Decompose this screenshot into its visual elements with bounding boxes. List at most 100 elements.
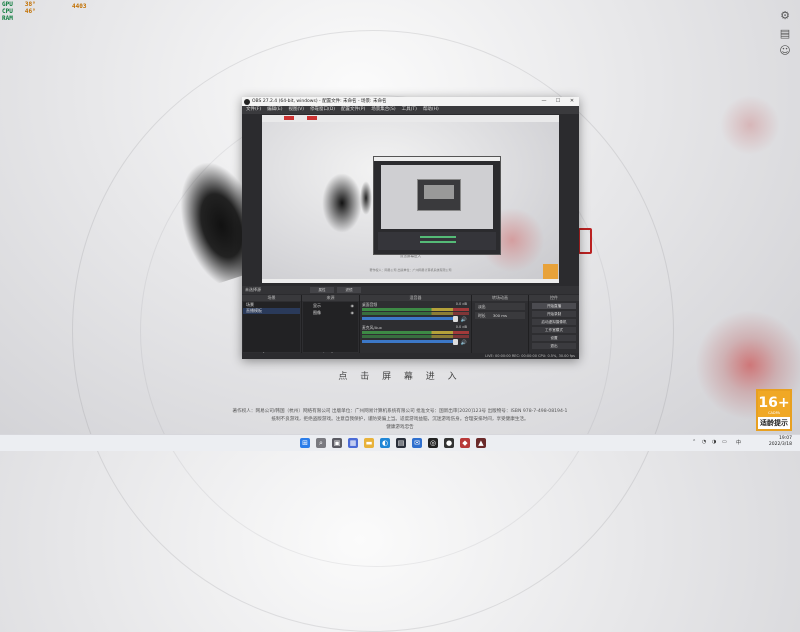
exit-button[interactable]: 退出 <box>532 343 576 349</box>
start-recording-button[interactable]: 开始录制 <box>532 311 576 317</box>
mixer-dock-title: 混音器 <box>360 295 471 301</box>
obs-menubar: 文件(F) 编辑(E) 视图(V) 停靠窗口(D) 配置文件(P) 场景集合(S… <box>242 106 579 114</box>
menu-view[interactable]: 视图(V) <box>288 106 304 114</box>
mixer-track-mic: 麦克风/Aux 0.0 dB 🔊 <box>362 325 469 347</box>
controls-dock-title: 控件 <box>529 295 579 301</box>
red-seal-art <box>578 228 592 254</box>
start-streaming-button[interactable]: 开始直播 <box>532 303 576 309</box>
menu-profile[interactable]: 配置文件(P) <box>341 106 365 114</box>
tap-to-enter-text[interactable]: 点 击 屏 幕 进 入 <box>0 369 800 382</box>
mail-icon[interactable]: ✉ <box>412 438 422 448</box>
volume-meter <box>362 312 469 315</box>
mixer-track-desktop: 桌面音频 0.0 dB 🔊 <box>362 302 469 324</box>
filters-button[interactable]: 滤镜 <box>337 287 361 293</box>
network-icon[interactable]: ◔ <box>702 439 706 445</box>
obs-window[interactable]: OBS 27.2.4 (64-bit, windows) - 配置文件: 未命名… <box>242 97 579 359</box>
announcement-icon[interactable]: ▤ <box>778 27 792 41</box>
account-icon[interactable]: ☺ <box>778 44 792 58</box>
windows-taskbar: ⊞ ⌕ ▣ ▦ ▬ ◐ ▤ ✉ ◎ ● ◆ ▲ ⌃ ◔ ◑ ▭ 中 19:07 … <box>0 434 800 451</box>
obs-taskbar-icon[interactable]: ● <box>444 438 454 448</box>
preview-caption: 点击屏幕进入 <box>400 254 421 258</box>
health-notice-line: 抵制不良游戏，拒绝盗版游戏。注意自我保护，谨防受骗上当。适度游戏益脑，沉迷游戏伤… <box>271 417 529 422</box>
language-icon[interactable]: 中 <box>736 439 741 446</box>
menu-scene-collection[interactable]: 场景集合(S) <box>371 106 395 114</box>
properties-button[interactable]: 属性 <box>310 287 334 293</box>
menu-tools[interactable]: 工具(T) <box>402 106 417 114</box>
game-taskbar-icon[interactable]: ◆ <box>460 438 470 448</box>
menu-docks[interactable]: 停靠窗口(D) <box>310 106 335 114</box>
red-flower-art-top <box>720 95 780 155</box>
copyright-line: 著作权人：网易公司/韩国（杭州）网络有限公司 出版单位：广州网易计算机系统有限公… <box>232 409 568 414</box>
speaker-icon[interactable]: 🔊 <box>461 317 467 323</box>
duration-label: 时长 <box>478 313 486 318</box>
system-clock[interactable]: 19:07 2022/3/18 <box>769 436 792 448</box>
source-item-label: 显示 <box>313 303 321 308</box>
menu-help[interactable]: 帮助(H) <box>423 106 439 114</box>
volume-slider-knob[interactable] <box>453 338 459 345</box>
duration-field[interactable]: 时长 300 ms <box>475 312 525 319</box>
preview-legal: 著作权人：网易公司 出版单位：广州网易计算机系统有限公司 <box>369 268 452 272</box>
app-taskbar-icon[interactable]: ▲ <box>476 438 486 448</box>
store-icon[interactable]: ▤ <box>396 438 406 448</box>
menu-file[interactable]: 文件(F) <box>246 106 261 114</box>
maximize-button[interactable]: ☐ <box>551 97 565 106</box>
settings-gear-icon[interactable]: ⚙ <box>778 9 792 23</box>
volume-slider-knob[interactable] <box>453 315 459 322</box>
widgets-icon[interactable]: ▦ <box>348 438 358 448</box>
obs-statusbar: LIVE: 00:00:00 REC: 00:00:00 CPU: 0.5%, … <box>242 353 579 359</box>
scenes-list: 场景 直播模板 <box>243 302 300 352</box>
minimize-button[interactable]: — <box>537 97 551 106</box>
task-view-icon[interactable]: ▣ <box>332 438 342 448</box>
volume-meter <box>362 335 469 338</box>
start-menu-icon[interactable]: ⊞ <box>300 438 310 448</box>
age-rating-label: 适龄提示 <box>760 419 788 427</box>
close-button[interactable]: ✕ <box>565 97 579 106</box>
obs-window-title: OBS 27.2.4 (64-bit, windows) - 配置文件: 未命名… <box>252 99 387 104</box>
edge-browser-icon[interactable]: ◐ <box>380 438 390 448</box>
scene-item-selected[interactable]: 直播模板 <box>243 308 300 314</box>
volume-slider[interactable] <box>362 315 459 322</box>
studio-mode-button[interactable]: 工作室模式 <box>532 327 576 333</box>
menu-edit[interactable]: 编辑(E) <box>267 106 282 114</box>
volume-meter <box>362 308 469 311</box>
controls-dock: 控件 开始直播 开始录制 启动虚拟摄像机 工作室模式 设置 退出 <box>529 295 579 359</box>
gpu-label: GPU <box>2 1 13 8</box>
search-icon[interactable]: ⌕ <box>316 438 326 448</box>
track-name: 桌面音频 <box>362 302 378 307</box>
preview-ink-art <box>322 173 362 233</box>
age-rating-org: CADPA <box>768 411 780 415</box>
duration-value: 300 ms <box>492 313 507 318</box>
transition-select[interactable]: 淡出 <box>475 303 525 310</box>
scenes-dock: 场景 场景 直播模板 + − ⌃ ⌄ <box>242 295 302 359</box>
age-rating-badge[interactable]: 16+ CADPA 适龄提示 <box>756 389 792 431</box>
speaker-icon[interactable]: 🔊 <box>461 340 467 346</box>
track-name: 麦克风/Aux <box>362 325 382 330</box>
scenes-dock-title: 场景 <box>242 295 301 301</box>
eye-icon[interactable]: ◉ <box>351 309 355 316</box>
source-toolbar: 未选择源 属性 滤镜 <box>242 286 579 294</box>
source-item[interactable]: 图像 ◉ <box>303 309 358 316</box>
no-source-label: 未选择源 <box>245 287 261 292</box>
mem-label: RAM <box>2 15 13 22</box>
battery-icon[interactable]: ▭ <box>722 439 727 445</box>
preview-ink-art-2 <box>360 181 372 215</box>
settings-button[interactable]: 设置 <box>532 335 576 341</box>
health-advice-title: 健康游戏忠告 <box>386 425 414 430</box>
tray-chevron-icon[interactable]: ⌃ <box>692 439 696 445</box>
source-item[interactable]: 显示 ◉ <box>303 302 358 309</box>
obs-logo-icon <box>244 98 250 105</box>
steam-icon[interactable]: ◎ <box>428 438 438 448</box>
obs-preview-canvas[interactable]: 点击屏幕进入 著作权人：网易公司 出版单位：广州网易计算机系统有限公司 <box>262 115 559 283</box>
volume-meter <box>362 331 469 334</box>
source-item-label: 图像 <box>313 310 321 315</box>
clock-date: 2022/3/18 <box>768 442 792 447</box>
gpu-temp: 38° <box>24 1 36 8</box>
obs-titlebar[interactable]: OBS 27.2.4 (64-bit, windows) - 配置文件: 未命名… <box>242 97 579 106</box>
volume-icon[interactable]: ◑ <box>712 439 716 445</box>
sources-dock-title: 来源 <box>302 295 359 301</box>
track-db: 0.0 dB <box>455 325 467 329</box>
file-explorer-icon[interactable]: ▬ <box>364 438 374 448</box>
eye-icon[interactable]: ◉ <box>351 302 355 309</box>
volume-slider[interactable] <box>362 338 459 345</box>
virtual-camera-button[interactable]: 启动虚拟摄像机 <box>532 319 576 325</box>
